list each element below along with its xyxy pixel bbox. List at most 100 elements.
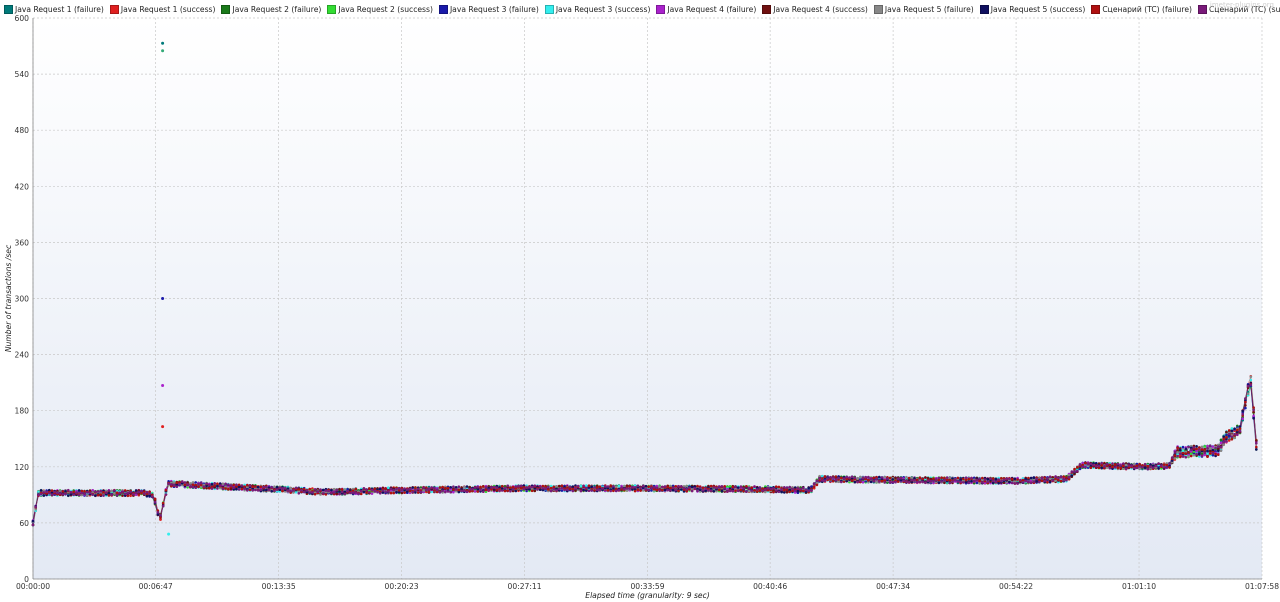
data-point [1211,445,1215,448]
data-point [449,486,453,489]
data-point [731,485,735,489]
data-point [815,483,819,487]
x-tick-label: 01:01:10 [1122,582,1156,591]
data-point [359,492,363,496]
data-point [736,486,740,489]
data-point [888,476,892,480]
data-point [1187,455,1190,458]
data-point [745,485,748,488]
data-point [994,477,998,481]
data-point [422,489,425,492]
data-point [747,490,751,493]
data-point [67,494,70,497]
data-point [701,486,705,490]
data-point [427,491,431,494]
data-point [530,489,534,493]
y-tick-label: 300 [15,295,30,304]
data-point [1227,439,1231,442]
data-point [313,492,317,496]
data-point [1241,417,1244,421]
y-tick-label: 120 [15,463,30,472]
data-point [1203,445,1206,448]
data-point [557,484,561,488]
data-point [1206,452,1209,456]
data-point [552,485,556,489]
data-point [1208,449,1212,453]
data-point [560,484,564,488]
data-point [918,476,922,480]
data-point [883,475,886,479]
data-point [585,484,588,487]
data-point [340,488,344,491]
data-point [232,483,235,487]
data-point [579,484,583,488]
data-point [224,487,227,490]
data-point [907,476,911,480]
data-point [669,486,672,490]
data-point [438,486,442,489]
data-point [297,488,301,491]
data-point [194,483,197,487]
data-point [246,483,249,487]
data-point [444,487,447,490]
data-point [77,489,81,492]
data-point [1100,466,1103,470]
data-point [365,491,368,495]
data-point [1249,375,1253,379]
data-point [658,485,661,489]
data-point [568,487,572,491]
data-point [1222,443,1225,446]
data-point [482,485,485,488]
data-point [962,477,965,481]
data-point [484,488,488,492]
data-point [1249,378,1253,382]
data-point [853,480,857,484]
data-point [945,478,949,482]
data-point [1132,462,1136,466]
data-point [1046,481,1049,484]
data-point [1233,427,1236,431]
data-point [785,491,789,494]
data-point [324,493,328,496]
data-point [1032,476,1036,480]
data-point [1195,445,1198,448]
data-point [937,481,941,484]
data-point [273,485,276,489]
data-point [533,489,537,493]
data-point [1124,463,1128,467]
x-tick-label: 00:47:34 [876,582,910,591]
data-point [661,489,664,492]
data-point [476,490,480,493]
data-point [1143,466,1147,470]
data-point [446,486,450,490]
data-point [509,486,512,490]
data-point [549,486,553,490]
data-point [463,485,466,489]
data-point [834,475,838,478]
data-point [96,493,100,497]
data-point [878,475,881,479]
data-point [275,485,279,489]
data-point [387,486,390,490]
data-point [574,489,577,492]
data-point [690,485,694,489]
data-point [392,491,396,495]
x-tick-label: 00:54:22 [999,582,1033,591]
x-tick-label: 00:00:00 [16,582,50,591]
data-point [1048,480,1052,484]
data-point [1192,454,1196,457]
data-point [384,487,387,490]
data-point [677,489,680,493]
data-point [612,489,615,493]
data-point [1217,449,1220,453]
data-point [197,485,200,489]
data-point [728,485,732,488]
data-point [514,489,518,493]
data-point [831,480,835,483]
data-point [1230,427,1234,430]
data-point [1027,476,1030,480]
data-point [712,490,716,493]
data-point [259,485,263,489]
data-point [479,485,482,489]
y-tick-label: 240 [15,351,30,360]
